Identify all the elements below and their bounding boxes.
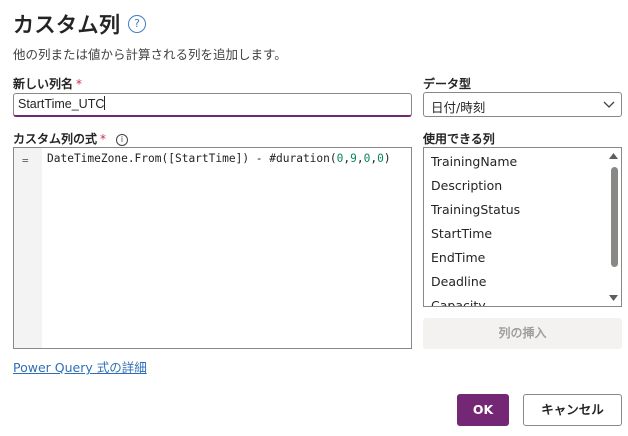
data-type-dropdown[interactable]: 日付/時刻 xyxy=(423,92,622,117)
scroll-up-arrow-icon[interactable] xyxy=(609,152,618,160)
formula-editor[interactable]: = DateTimeZone.From([StartTime]) - #dura… xyxy=(13,147,412,349)
chevron-down-icon xyxy=(603,101,615,108)
cancel-button[interactable]: キャンセル xyxy=(523,394,622,426)
question-circle-icon[interactable]: ? xyxy=(128,15,146,33)
formula-label: カスタム列の式 * i xyxy=(13,130,129,147)
text-caret xyxy=(104,96,106,110)
data-type-selected: 日付/時刻 xyxy=(431,100,486,115)
required-marker: * xyxy=(76,77,83,91)
formula-code: DateTimeZone.From([StartTime]) - #durati… xyxy=(47,152,391,165)
duration-arg-minutes: 0 xyxy=(363,152,371,165)
formula-label-text: カスタム列の式 xyxy=(13,132,98,146)
duration-arg-days: 0 xyxy=(336,152,344,165)
duration-arg-seconds: 0 xyxy=(377,152,384,165)
new-column-name-label: 新しい列名 * xyxy=(13,75,82,92)
ok-button[interactable]: OK xyxy=(457,394,509,426)
column-item[interactable]: TrainingStatus xyxy=(431,202,520,217)
data-type-label: データ型 xyxy=(423,77,472,91)
formula-code-end: ) xyxy=(383,152,391,165)
column-item[interactable]: Deadline xyxy=(431,274,486,289)
dialog-subtitle: 他の列または値から計算される列を追加します。 xyxy=(13,47,287,62)
formula-code-main: DateTimeZone.From([StartTime]) - #durati… xyxy=(47,152,337,165)
column-item[interactable]: TrainingName xyxy=(431,154,517,169)
new-column-name-value: StartTime_UTC xyxy=(18,97,105,111)
column-item[interactable]: Capacity xyxy=(431,298,486,306)
scrollbar-thumb[interactable] xyxy=(611,167,618,267)
required-marker: * xyxy=(100,132,107,146)
available-columns-label: 使用できる列 xyxy=(423,132,495,146)
available-columns-list[interactable]: TrainingName Description TrainingStatus … xyxy=(423,147,622,307)
new-column-name-label-text: 新しい列名 xyxy=(13,77,74,91)
dialog-title: カスタム列 xyxy=(13,13,121,37)
gutter-equals: = xyxy=(22,154,29,167)
editor-gutter: = xyxy=(14,148,42,348)
power-query-formula-link[interactable]: Power Query 式の詳細 xyxy=(13,357,147,376)
column-item[interactable]: StartTime xyxy=(431,226,492,241)
duration-arg-hours: 9 xyxy=(350,152,357,165)
insert-column-button[interactable]: 列の挿入 xyxy=(423,318,622,349)
info-icon[interactable]: i xyxy=(116,134,129,146)
scroll-down-arrow-icon[interactable] xyxy=(609,294,618,302)
column-item[interactable]: Description xyxy=(431,178,502,193)
column-item[interactable]: EndTime xyxy=(431,250,485,265)
new-column-name-input[interactable]: StartTime_UTC xyxy=(13,93,412,117)
